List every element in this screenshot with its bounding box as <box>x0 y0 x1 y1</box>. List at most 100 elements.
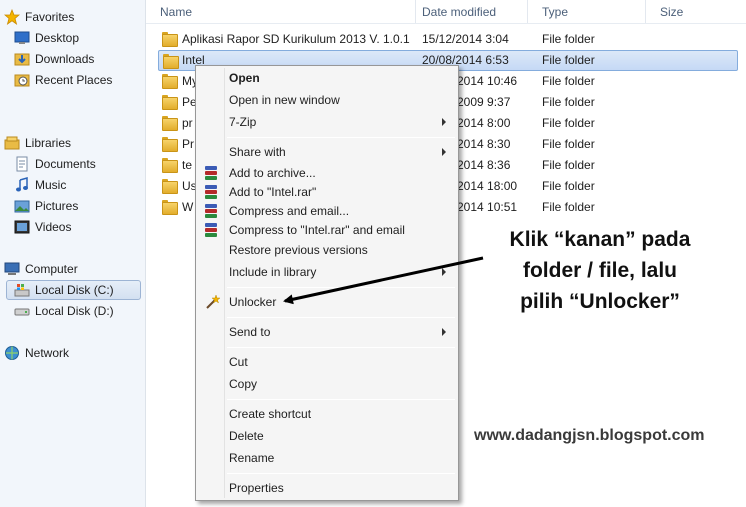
row-name: Pr <box>182 137 194 151</box>
menu-label: Send to <box>229 325 271 339</box>
menu-label: Properties <box>229 481 284 495</box>
menu-item-delete[interactable]: Delete <box>198 426 456 446</box>
winrar-icon <box>204 203 220 219</box>
menu-item-add-to-intel-rar[interactable]: Add to "Intel.rar" <box>198 182 456 202</box>
row-date: 2014 8:36 <box>457 158 511 172</box>
menu-label: Add to archive... <box>229 166 316 180</box>
menu-separator <box>227 287 455 288</box>
videos-icon <box>14 219 30 235</box>
menu-item-compress-intel-rar-email[interactable]: Compress to "Intel.rar" and email <box>198 220 456 240</box>
column-header-type[interactable]: Type <box>528 0 646 23</box>
submenu-arrow-icon <box>442 268 446 276</box>
nav-label: Network <box>25 346 70 360</box>
nav-videos[interactable]: Videos <box>14 217 71 237</box>
menu-label: Delete <box>229 429 264 443</box>
menu-label: Restore previous versions <box>229 243 368 257</box>
menu-separator <box>227 347 455 348</box>
row-type: File folder <box>542 179 595 193</box>
header-divider <box>146 23 746 24</box>
nav-music[interactable]: Music <box>14 175 66 195</box>
menu-item-unlocker[interactable]: Unlocker <box>198 292 456 312</box>
row-name: Aplikasi Rapor SD Kurikulum 2013 V. 1.0.… <box>182 32 410 46</box>
folder-icon <box>162 200 178 215</box>
watermark: www.dadangjsn.blogspot.com <box>474 427 705 444</box>
folder-icon <box>163 54 179 69</box>
folder-icon <box>162 32 178 47</box>
menu-item-create-shortcut[interactable]: Create shortcut <box>198 404 456 424</box>
network-icon <box>4 345 20 361</box>
nav-network[interactable]: Network <box>4 343 69 363</box>
menu-item-compress-and-email[interactable]: Compress and email... <box>198 201 456 221</box>
folder-icon <box>162 158 178 173</box>
winrar-icon <box>204 165 220 181</box>
annotation-line: Klik “kanan” pada <box>509 228 691 251</box>
nav-desktop[interactable]: Desktop <box>14 28 79 48</box>
table-row[interactable]: Aplikasi Rapor SD Kurikulum 2013 V. 1.0.… <box>158 29 738 50</box>
column-header-date-modified[interactable]: Date modified <box>408 0 528 23</box>
winrar-icon <box>204 222 220 238</box>
nav-label: Desktop <box>35 31 80 45</box>
menu-item-restore-previous-versions[interactable]: Restore previous versions <box>198 240 456 260</box>
drive-icon <box>14 303 30 319</box>
row-type: File folder <box>542 200 595 214</box>
nav-local-disk-c[interactable]: Local Disk (C:) <box>6 280 141 300</box>
row-name: W <box>182 200 194 214</box>
menu-item-7zip[interactable]: 7-Zip <box>198 112 456 132</box>
nav-label: Documents <box>35 157 96 171</box>
nav-pictures[interactable]: Pictures <box>14 196 78 216</box>
nav-libraries[interactable]: Libraries <box>4 133 71 153</box>
menu-item-open[interactable]: Open <box>198 68 456 88</box>
nav-favorites[interactable]: Favorites <box>3 7 75 27</box>
nav-label: Libraries <box>25 136 72 150</box>
menu-item-add-to-archive[interactable]: Add to archive... <box>198 163 456 183</box>
folder-icon <box>162 116 178 131</box>
row-date: 2014 8:00 <box>457 116 511 130</box>
menu-item-send-to[interactable]: Send to <box>198 322 456 342</box>
nav-label: Videos <box>35 220 72 234</box>
menu-item-copy[interactable]: Copy <box>198 374 456 394</box>
row-type: File folder <box>542 137 595 151</box>
nav-label: Downloads <box>35 52 95 66</box>
nav-computer[interactable]: Computer <box>4 259 78 279</box>
nav-documents[interactable]: Documents <box>14 154 96 174</box>
row-date: 15/12/2014 3:04 <box>422 32 509 46</box>
nav-recent-places[interactable]: Recent Places <box>14 70 112 90</box>
pictures-icon <box>14 198 30 214</box>
libraries-icon <box>4 135 20 151</box>
menu-label: Create shortcut <box>229 407 312 421</box>
music-icon <box>14 177 30 193</box>
menu-item-open-new-window[interactable]: Open in new window <box>198 90 456 110</box>
nav-local-disk-d[interactable]: Local Disk (D:) <box>14 301 114 321</box>
navigation-pane: Favorites Desktop Downloads Recent Place… <box>0 0 146 507</box>
annotation-line: pilih “Unlocker” <box>520 290 680 313</box>
menu-label: Compress and email... <box>229 204 350 218</box>
submenu-arrow-icon <box>442 328 446 336</box>
folder-icon <box>162 137 178 152</box>
nav-label: Favorites <box>25 10 75 24</box>
winrar-icon <box>204 184 220 200</box>
row-type: File folder <box>542 74 595 88</box>
row-type: File folder <box>542 95 595 109</box>
menu-label: Copy <box>229 377 258 391</box>
column-header-size[interactable]: Size <box>646 0 746 23</box>
column-header-name[interactable]: Name <box>146 0 416 23</box>
menu-label: Add to "Intel.rar" <box>229 185 317 199</box>
nav-label: Pictures <box>35 199 79 213</box>
menu-item-rename[interactable]: Rename <box>198 448 456 468</box>
menu-item-share-with[interactable]: Share with <box>198 142 456 162</box>
row-type: File folder <box>542 32 595 46</box>
row-type: File folder <box>542 53 595 67</box>
star-icon <box>3 8 21 25</box>
nav-downloads[interactable]: Downloads <box>14 49 94 69</box>
menu-label: Rename <box>229 451 275 465</box>
menu-separator <box>227 137 455 138</box>
column-label: Date modified <box>422 4 497 19</box>
menu-item-cut[interactable]: Cut <box>198 352 456 372</box>
context-menu: Open Open in new window 7-Zip Share with… <box>195 65 459 501</box>
menu-label: 7-Zip <box>229 115 257 129</box>
menu-item-properties[interactable]: Properties <box>198 478 456 498</box>
submenu-arrow-icon <box>442 118 446 126</box>
menu-item-include-in-library[interactable]: Include in library <box>198 262 456 282</box>
menu-label: Open <box>229 71 260 85</box>
row-date: 2014 8:30 <box>457 137 511 151</box>
